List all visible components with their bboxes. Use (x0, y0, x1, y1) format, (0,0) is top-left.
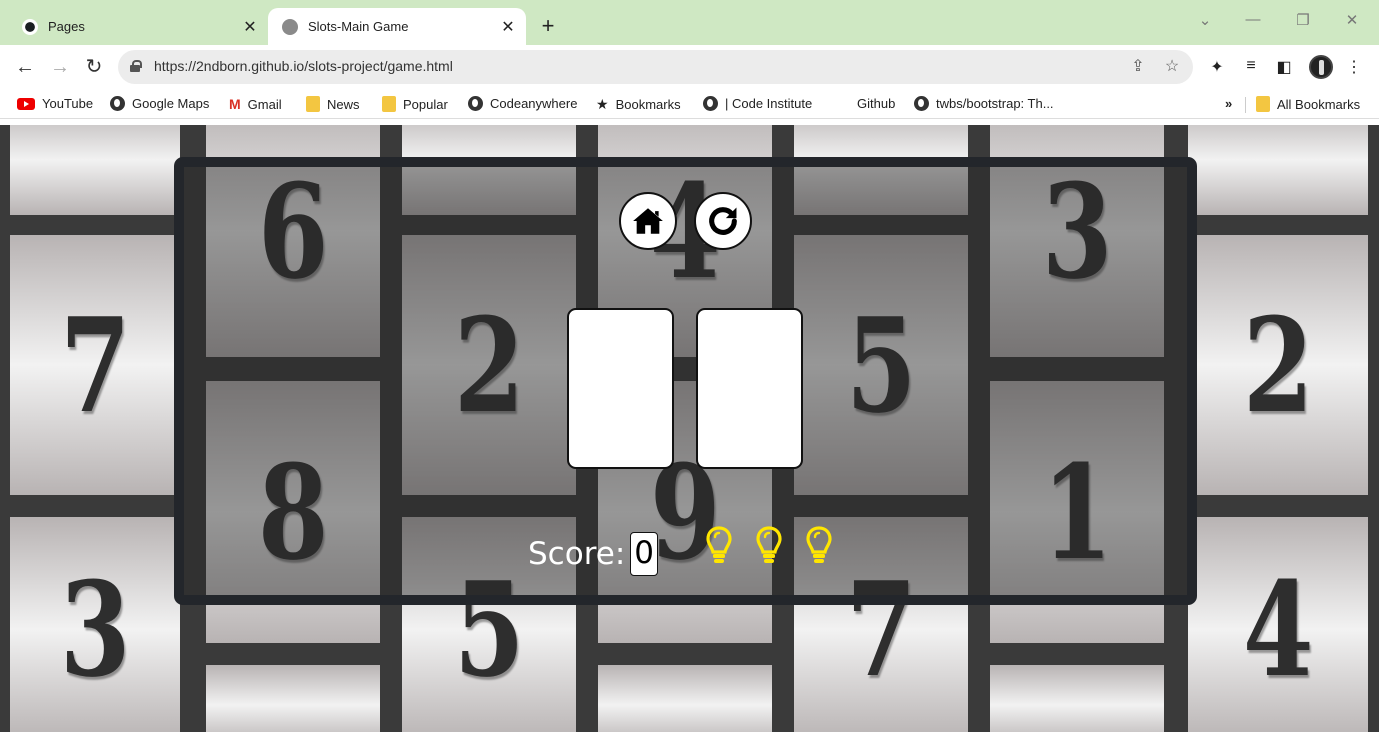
background-tile (598, 665, 772, 732)
bookmark-bookmarks[interactable]: ★ Bookmarks (596, 96, 681, 113)
github-icon (22, 18, 38, 35)
background-tile: 4 (1188, 517, 1368, 732)
bookmark-youtube[interactable]: YouTube (17, 96, 93, 111)
gmail-icon: M (229, 96, 241, 112)
bookmark-label: Google Maps (132, 96, 210, 111)
address-bar[interactable]: https://2ndborn.github.io/slots-project/… (118, 50, 1193, 84)
globe-icon (282, 18, 298, 35)
url-text: https://2ndborn.github.io/slots-project/… (154, 58, 453, 74)
slot-reel-2 (696, 308, 803, 469)
tab-pages[interactable]: Pages ✕ (0, 8, 268, 45)
background-number: 3 (59, 553, 131, 706)
background-tile: 7 (10, 235, 180, 495)
bookmark-label: Popular (403, 96, 448, 112)
globe-icon (703, 96, 718, 111)
bookmark-bootstrap[interactable]: twbs/bootstrap: Th... (914, 96, 1054, 111)
extensions-icon[interactable]: ✦ (1207, 57, 1227, 77)
reading-list-icon[interactable]: ≡ (1241, 57, 1261, 75)
background-tile (990, 665, 1164, 732)
globe-icon (468, 96, 483, 111)
bookmark-label: News (327, 96, 360, 112)
home-button[interactable] (619, 192, 677, 250)
restore-icon[interactable]: ❐ (1293, 11, 1313, 29)
browser-title-bar: Pages ✕ Slots-Main Game ✕ + ⌄ — ❐ ✕ (0, 0, 1379, 45)
globe-icon (110, 96, 125, 111)
globe-icon (914, 96, 929, 111)
youtube-icon (17, 97, 35, 110)
background-tile (10, 125, 180, 215)
hint-lightbulb-icon[interactable] (755, 525, 783, 565)
background-tile: 2 (1188, 235, 1368, 495)
tab-slots-main-game[interactable]: Slots-Main Game ✕ (268, 8, 526, 45)
background-number: 4 (1242, 553, 1314, 706)
hint-lightbulb-icon[interactable] (805, 525, 833, 565)
score-display: Score: 0 (528, 531, 659, 577)
bookmark-label: Gmail (247, 96, 282, 112)
restart-button[interactable] (694, 192, 752, 250)
side-panel-icon[interactable]: ◧ (1274, 57, 1294, 77)
bookmarks-bar: YouTube Google Maps M Gmail News Popular … (0, 89, 1379, 119)
background-tile (1188, 125, 1368, 215)
star-icon: ★ (596, 96, 609, 112)
score-value: 0 (630, 532, 659, 576)
tab-title: Pages (48, 19, 85, 34)
bookmarks-divider (1245, 97, 1246, 113)
background-tile (206, 665, 380, 732)
folder-icon (306, 96, 320, 112)
bookmark-google-maps[interactable]: Google Maps (110, 96, 209, 111)
bookmarks-overflow-button[interactable]: » (1225, 96, 1232, 111)
menu-icon[interactable]: ⋮ (1344, 57, 1364, 77)
background-tile: 3 (10, 517, 180, 732)
background-number: 2 (1242, 288, 1314, 442)
close-icon[interactable]: ✕ (238, 17, 262, 37)
bookmark-code-institute[interactable]: | Code Institute (703, 96, 812, 111)
close-window-icon[interactable]: ✕ (1342, 11, 1362, 29)
browser-toolbar: ← → ↻ https://2ndborn.github.io/slots-pr… (0, 45, 1379, 89)
close-icon[interactable]: ✕ (496, 17, 520, 37)
all-bookmarks[interactable]: All Bookmarks (1256, 96, 1360, 112)
bookmark-label: Bookmarks (615, 97, 681, 112)
bookmark-label: twbs/bootstrap: Th... (936, 96, 1054, 111)
bookmark-label: YouTube (42, 96, 94, 111)
game-modal (174, 157, 1197, 605)
bookmark-codeanywhere[interactable]: Codeanywhere (468, 96, 577, 111)
score-label: Score: (528, 536, 626, 572)
share-icon[interactable]: ⇪ (1128, 56, 1148, 76)
folder-icon (1256, 96, 1270, 112)
background-number: 7 (59, 288, 131, 442)
bookmark-label: | Code Institute (725, 96, 813, 111)
new-tab-button[interactable]: + (538, 13, 558, 39)
minimize-icon[interactable]: — (1243, 11, 1263, 28)
avatar[interactable] (1309, 55, 1333, 79)
restart-icon (709, 207, 737, 235)
lock-icon (130, 60, 142, 72)
home-icon (633, 208, 663, 234)
bookmark-label: All Bookmarks (1277, 96, 1361, 112)
bookmark-popular[interactable]: Popular (382, 96, 448, 112)
game-page: 7 3 6 8 2 5 4 9 5 7 3 1 2 4 Score: 0 (0, 125, 1379, 732)
slot-reel-1 (567, 308, 674, 469)
folder-icon (382, 96, 396, 112)
back-icon[interactable]: ← (13, 55, 37, 79)
bookmark-label: Github (857, 96, 896, 111)
tab-search-icon[interactable]: ⌄ (1195, 11, 1215, 29)
bookmark-news[interactable]: News (306, 96, 360, 112)
tab-title: Slots-Main Game (308, 19, 409, 34)
bookmark-label: Codeanywhere (490, 96, 578, 111)
hint-lightbulb-icon[interactable] (705, 525, 733, 565)
bookmark-gmail[interactable]: M Gmail (229, 96, 282, 112)
forward-icon[interactable]: → (48, 55, 72, 79)
reload-icon[interactable]: ↻ (82, 55, 106, 79)
bookmark-star-icon[interactable]: ☆ (1162, 56, 1182, 76)
bookmark-github[interactable]: Github (857, 96, 895, 111)
